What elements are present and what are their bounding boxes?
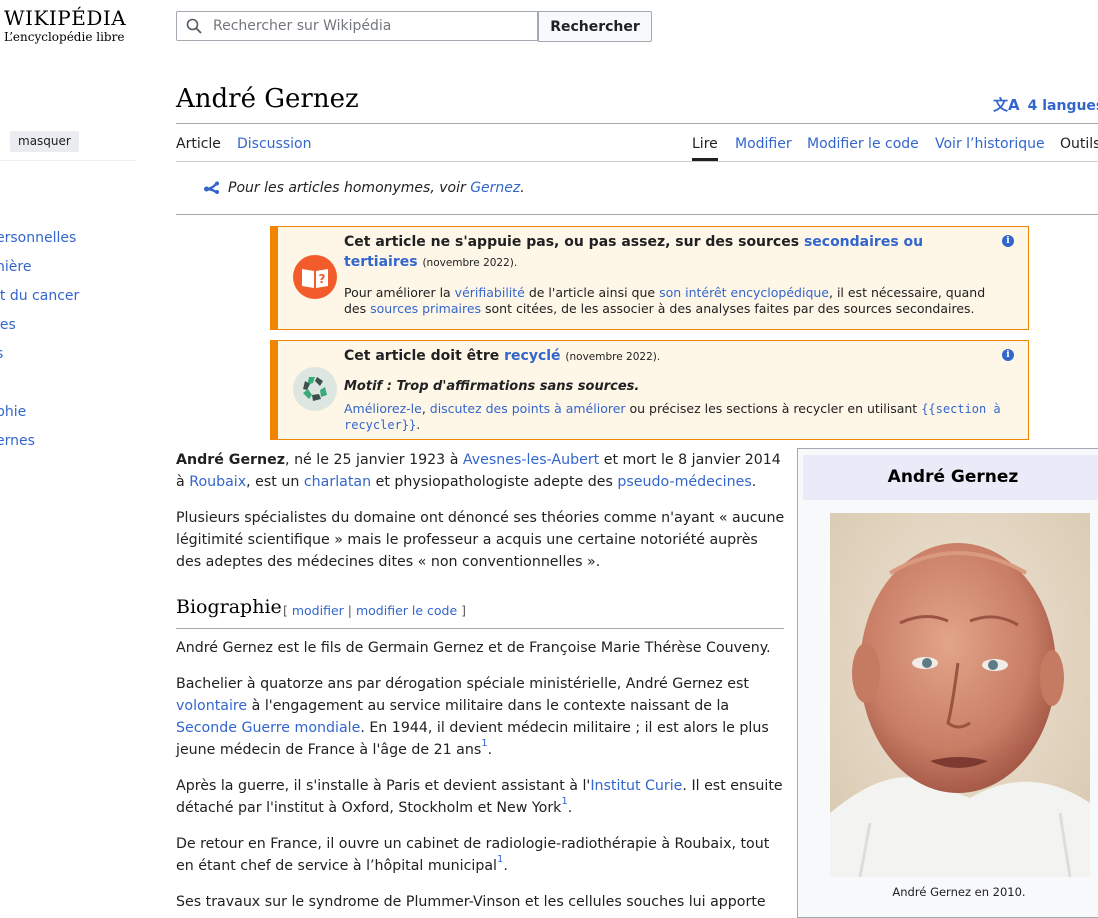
page-title: André Gernez [176,84,359,114]
hide-toc-button[interactable]: masquer [10,131,79,152]
logo-wordmark[interactable]: WIKIPÉDIA [4,6,126,30]
tools-menu[interactable]: Outils [1060,136,1098,152]
verifiability-link[interactable]: vérifiabilité [455,285,525,300]
paragraph: André Gernez est le fils de Germain Gern… [176,640,771,656]
section-divider [176,628,784,629]
recycle-link[interactable]: recyclé [504,348,560,364]
encyclopedic-interest-link[interactable]: son intérêt encyclopédique [659,285,829,300]
toc-item[interactable]: ies [0,317,16,333]
recycle-warning-banner: Cet article doit être recyclé (novembre … [270,340,1029,440]
logo-tagline: L’encyclopédie libre [4,30,125,44]
paragraph: De retour en France, il ouvre un cabinet… [176,836,770,874]
hatnote-end: . [520,180,525,196]
toc-item[interactable]: ernes [0,433,35,449]
paragraph: Bachelier à quatorze ans par dérogation … [176,676,769,758]
link-avesnes[interactable]: Avesnes-les-Aubert [463,452,599,468]
banner-text: Pour améliorer la vérifiabilité de l'art… [344,285,986,316]
hatnote-link[interactable]: Gernez [470,180,520,196]
toc-item[interactable]: ersonnelles [0,230,76,246]
search-box[interactable] [176,11,538,41]
portrait-photo[interactable] [830,513,1090,877]
tabs-divider [176,161,1098,162]
link-volunteer[interactable]: volontaire [176,698,247,714]
toc-item[interactable]: phie [0,404,26,420]
hatnote-text: Pour les articles homonymes, voir [228,180,471,196]
language-count: 4 langues [1027,98,1098,114]
search-button[interactable]: Rechercher [538,11,652,42]
tab-history[interactable]: Voir l’historique [935,136,1045,152]
tab-discussion[interactable]: Discussion [237,136,311,152]
intro-paragraph: André Gernez, né le 25 janvier 1923 à Av… [176,452,781,490]
info-icon[interactable]: i [1002,349,1014,361]
discuss-link[interactable]: discutez des points à améliorer [430,401,626,416]
toc-item[interactable]: it du cancer [0,288,79,304]
link-charlatan[interactable]: charlatan [304,474,371,490]
banner-title: Cet article ne s'appuie pas, ou pas asse… [344,234,924,270]
language-button[interactable]: 文A 4 langues [993,94,1098,115]
svg-text:?: ? [319,272,326,286]
primary-sources-link[interactable]: sources primaires [370,301,481,316]
banner-text: Améliorez-le, discutez des points à amél… [344,401,1001,432]
sidebar-divider [0,160,136,161]
toc-item[interactable]: s [0,346,3,362]
link-pseudo-medicines[interactable]: pseudo-médecines [617,474,751,490]
search-input[interactable] [213,12,523,40]
infobox-caption: André Gernez en 2010. [892,885,1026,899]
disambiguation-icon [204,181,219,194]
section-edit-link[interactable]: modifier [292,603,344,618]
book-question-icon: ? [293,255,337,299]
tab-article[interactable]: Article [176,136,221,152]
link-institut-curie[interactable]: Institut Curie [590,778,682,794]
banner-motif: Motif : Trop d'affirmations sans sources… [344,379,640,394]
section-heading-biography: Biographie [176,596,282,618]
link-roubaix[interactable]: Roubaix [189,474,246,490]
toc-item[interactable]: nière [0,259,31,275]
infobox-title: André Gernez [803,455,1098,500]
recycle-icon [293,367,337,411]
translate-icon: 文A [993,96,1020,114]
hatnote: Pour les articles homonymes, voir Gernez… [204,180,525,196]
search-icon [186,18,202,34]
reference-link[interactable]: 1 [481,738,487,749]
hatnote-divider [176,214,1098,215]
paragraph: Ses travaux sur le syndrome de Plummer-V… [176,894,766,910]
tab-edit-source[interactable]: Modifier le code [807,136,919,152]
section-edit-source-link[interactable]: modifier le code [356,603,457,618]
reference-link[interactable]: 1 [497,854,503,865]
improve-link[interactable]: Améliorez-le [344,401,422,416]
banner-title: Cet article doit être recyclé (novembre … [344,348,661,364]
link-ww2[interactable]: Seconde Guerre mondiale [176,720,360,736]
sources-warning-banner: ? Cet article ne s'appuie pas, ou pas as… [270,226,1029,330]
paragraph: Plusieurs spécialistes du domaine ont dé… [176,510,785,570]
tab-edit[interactable]: Modifier [735,136,792,152]
reference-link[interactable]: 1 [561,796,567,807]
tab-read[interactable]: Lire [692,136,718,152]
title-divider [176,123,1098,124]
paragraph: Après la guerre, il s'installe à Paris e… [176,778,783,816]
info-icon[interactable]: i [1002,235,1014,247]
section-edit-links: [ modifier | modifier le code ] [283,603,467,618]
